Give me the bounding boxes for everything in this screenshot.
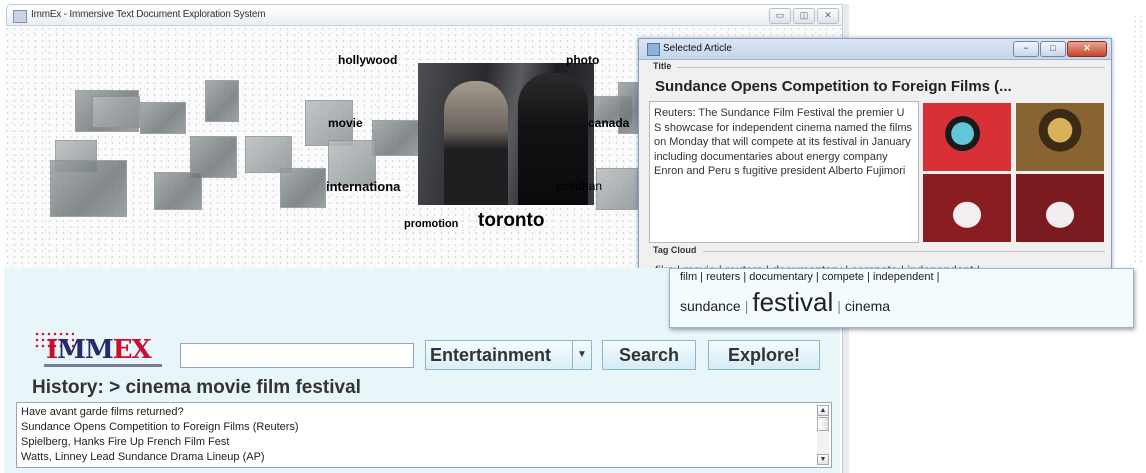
- article-title: Sundance Opens Competition to Foreign Fi…: [655, 78, 1012, 95]
- article-thumbnail[interactable]: [372, 120, 422, 156]
- tag-international[interactable]: internationa: [326, 179, 400, 194]
- main-window-titlebar[interactable]: ImmEx - Immersive Text Document Explorat…: [6, 4, 846, 26]
- scroll-down-icon[interactable]: ▼: [817, 454, 829, 465]
- scroll-thumb[interactable]: [817, 417, 829, 431]
- tag-canada[interactable]: canada: [588, 116, 629, 130]
- maximize-button[interactable]: □: [1040, 41, 1066, 57]
- window-app-icon: [13, 10, 27, 23]
- tag-toronto[interactable]: toronto: [478, 210, 544, 232]
- close-button[interactable]: ✕: [817, 8, 839, 24]
- immex-logo: IMMEX: [34, 331, 170, 371]
- close-button[interactable]: ✕: [1067, 41, 1107, 57]
- tag-promotion[interactable]: promotion: [404, 218, 458, 230]
- tag-separator: |: [837, 298, 841, 314]
- tag-cloud-popup[interactable]: film | reuters | documentary | compete |…: [669, 268, 1134, 328]
- list-item[interactable]: Spielberg, Hanks Fire Up French Film Fes…: [21, 435, 299, 450]
- article-thumbnail[interactable]: [140, 102, 186, 134]
- article-body: Reuters: The Sundance Film Festival the …: [649, 101, 919, 243]
- tag-hollywood[interactable]: hollywood: [338, 53, 397, 67]
- article-window-icon: [647, 43, 660, 56]
- article-thumbnail[interactable]: [50, 160, 127, 217]
- minimize-button[interactable]: −: [1013, 41, 1039, 57]
- tag-cloud-word[interactable]: cinema: [845, 298, 890, 314]
- section-divider: [677, 67, 1105, 68]
- explore-button[interactable]: Explore!: [708, 340, 820, 370]
- article-image[interactable]: [1016, 174, 1104, 242]
- main-window-title: ImmEx - Immersive Text Document Explorat…: [31, 9, 266, 20]
- chevron-down-icon[interactable]: ▼: [572, 341, 591, 369]
- background-window-edge: [1132, 14, 1146, 264]
- tag-separator: |: [744, 298, 749, 314]
- tag-cloud-row: sundance | festival | cinema: [680, 287, 890, 318]
- search-input[interactable]: [180, 343, 414, 368]
- logo-underline: [44, 364, 162, 367]
- article-window-title: Selected Article: [663, 43, 732, 54]
- article-thumbnail[interactable]: [154, 172, 202, 210]
- tag-cloud-section-label: Tag Cloud: [653, 245, 697, 255]
- article-window-titlebar[interactable]: Selected Article − □ ✕: [639, 39, 1111, 60]
- list-item[interactable]: Have avant garde films returned?: [21, 405, 299, 420]
- article-thumbnail[interactable]: [92, 96, 140, 128]
- title-section-label: Title: [653, 61, 672, 71]
- article-image[interactable]: [923, 103, 1011, 171]
- category-select[interactable]: Entertainment ▼: [425, 340, 592, 370]
- tag-photo[interactable]: photo: [566, 53, 599, 67]
- article-image[interactable]: [1016, 103, 1104, 171]
- tag-cloud-word[interactable]: festival: [752, 287, 833, 317]
- main-window-controls: ▭ ◫ ✕: [769, 8, 839, 24]
- article-thumbnail[interactable]: [596, 168, 638, 210]
- article-thumbnail[interactable]: [205, 80, 239, 122]
- list-item[interactable]: Watts, Linney Lead Sundance Drama Lineup…: [21, 450, 299, 465]
- search-button[interactable]: Search: [602, 340, 696, 370]
- minimize-button[interactable]: ▭: [769, 8, 791, 24]
- photo-figure: [444, 81, 508, 205]
- scroll-up-icon[interactable]: ▲: [817, 405, 829, 416]
- tag-cloud-word[interactable]: sundance: [680, 298, 741, 314]
- history-label: History: > cinema movie film festival: [32, 377, 361, 398]
- article-thumbnail[interactable]: [280, 168, 326, 208]
- selected-article-window[interactable]: Selected Article − □ ✕ Title Sundance Op…: [638, 38, 1112, 271]
- maximize-button[interactable]: ◫: [793, 8, 815, 24]
- tag-movie[interactable]: movie: [328, 116, 363, 130]
- logo-text: IMMEX: [46, 335, 152, 365]
- article-image[interactable]: [923, 174, 1011, 242]
- section-divider: [703, 251, 1105, 252]
- results-list[interactable]: Have avant garde films returned? Sundanc…: [16, 402, 832, 468]
- tag-jonathan[interactable]: jonathan: [556, 179, 602, 193]
- article-window-controls: − □ ✕: [1013, 41, 1107, 57]
- tag-cloud-top-line: film | reuters | documentary | compete |…: [680, 271, 940, 283]
- category-select-value: Entertainment: [430, 345, 552, 365]
- results-items: Have avant garde films returned? Sundanc…: [21, 405, 299, 465]
- list-item[interactable]: Sundance Opens Competition to Foreign Fi…: [21, 420, 299, 435]
- results-scrollbar[interactable]: ▲ ▼: [817, 405, 829, 465]
